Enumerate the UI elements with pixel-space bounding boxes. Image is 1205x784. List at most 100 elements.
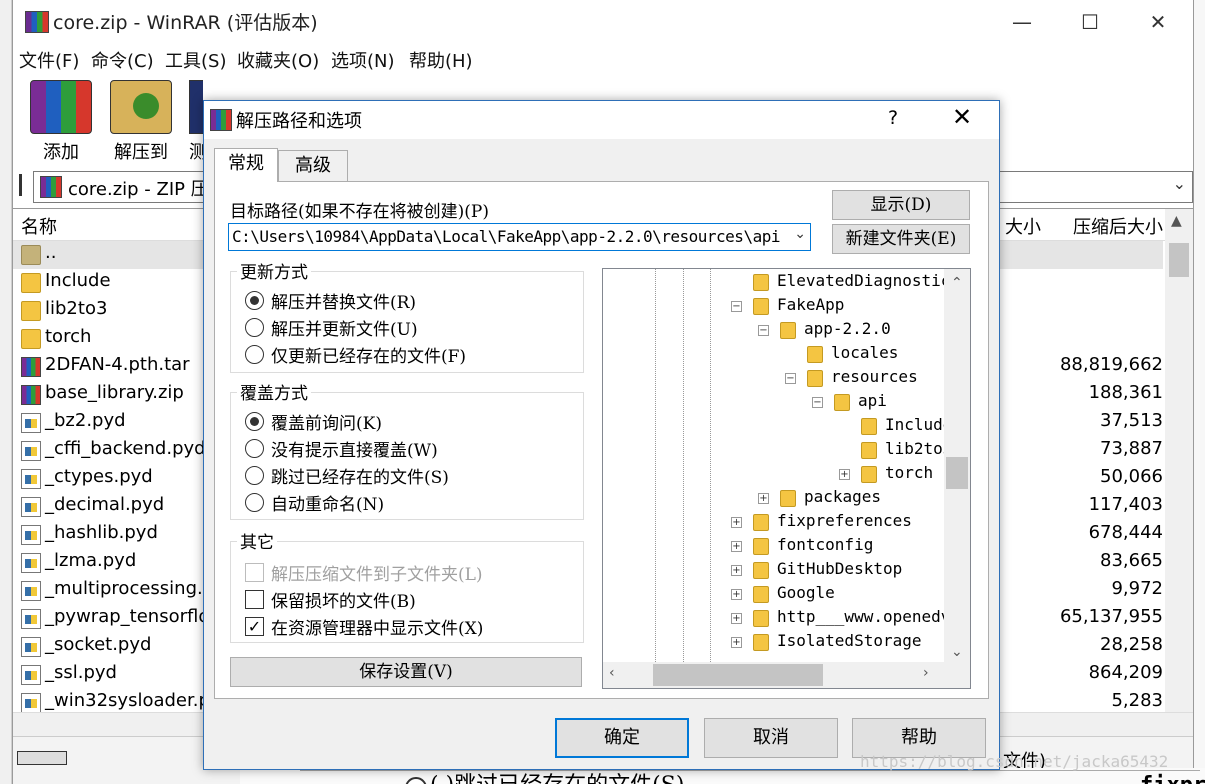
expand-icon[interactable]: + — [758, 493, 769, 504]
add-button[interactable]: 添加 — [23, 78, 99, 164]
chevron-down-icon[interactable]: ⌄ — [794, 226, 806, 242]
scroll-thumb[interactable] — [653, 664, 823, 686]
folder-icon — [861, 442, 877, 459]
file-name: 2DFAN-4.pth.tar — [45, 354, 190, 375]
expand-icon[interactable]: + — [731, 613, 742, 624]
option-label: 保留损坏的文件(B) — [271, 592, 416, 612]
pyd-icon — [21, 469, 41, 489]
checkbox[interactable] — [245, 563, 264, 582]
cancel-button[interactable]: 取消 — [704, 718, 838, 758]
scroll-up-arrow-icon[interactable]: ▲ — [1171, 213, 1182, 229]
dialog-close-button[interactable]: ✕ — [952, 103, 972, 131]
test-button[interactable]: 测 — [189, 78, 203, 164]
menu-commands[interactable]: 命令(C) — [91, 47, 154, 73]
extract-icon — [110, 80, 172, 134]
menu-tools[interactable]: 工具(S) — [165, 47, 226, 73]
maximize-button[interactable]: ☐ — [1056, 0, 1124, 44]
pyd-icon — [21, 553, 41, 573]
new-folder-button[interactable]: 新建文件夹(E) — [832, 224, 970, 254]
radio-button[interactable] — [245, 466, 264, 485]
scroll-down-arrow-icon[interactable]: ⌄ — [951, 644, 963, 660]
menu-help[interactable]: 帮助(H) — [409, 47, 473, 73]
menu-options[interactable]: 选项(N) — [331, 47, 395, 73]
destination-path-combobox[interactable]: C:\Users\10984\AppData\Local\FakeApp\app… — [228, 223, 811, 251]
titlebar: core.zip - WinRAR (评估版本) — ☐ ✕ — [13, 0, 1193, 44]
expand-icon[interactable]: + — [731, 565, 742, 576]
folder-icon — [807, 346, 823, 363]
tree-node-label: fixpreferences — [777, 511, 912, 530]
radio-button[interactable] — [245, 493, 264, 512]
pyd-icon — [21, 609, 41, 629]
tree-node-label: FakeApp — [777, 295, 845, 314]
scroll-thumb[interactable] — [1169, 243, 1189, 277]
radio-button[interactable] — [245, 439, 264, 458]
checkbox[interactable] — [245, 590, 264, 609]
pyd-icon — [21, 581, 41, 601]
folder-icon — [753, 298, 769, 315]
file-list-scrollbar[interactable]: ▲ ▼ — [1165, 209, 1193, 736]
folder-tree[interactable]: ElevatedDiagnostic − FakeApp − app-2.2.0 loca… — [602, 268, 971, 689]
collapse-icon[interactable]: − — [785, 373, 796, 384]
close-button[interactable]: ✕ — [1124, 0, 1192, 44]
file-name: _ssl.pyd — [45, 662, 117, 683]
expand-icon[interactable]: + — [839, 469, 850, 480]
background-tree-text: fixprefe — [1140, 771, 1205, 784]
tree-hscrollbar[interactable]: ‹ › — [603, 662, 970, 688]
column-packed-header[interactable]: 压缩后大小 — [1073, 213, 1163, 239]
option-label: 仅更新已经存在的文件(F) — [271, 347, 467, 367]
expand-icon[interactable]: + — [731, 517, 742, 528]
radio-button[interactable] — [245, 345, 264, 364]
pyd-icon — [21, 637, 41, 657]
ok-button[interactable]: 确定 — [555, 718, 689, 758]
radio-button[interactable] — [245, 412, 264, 431]
destination-label: 目标路径(如果不存在将被创建)(P) — [230, 202, 489, 222]
file-name: _lzma.pyd — [45, 550, 137, 571]
tree-node-label: torch — [885, 463, 934, 482]
scroll-thumb[interactable] — [946, 457, 968, 489]
expand-icon[interactable]: + — [731, 637, 742, 648]
drive-icon[interactable] — [17, 751, 67, 765]
pyd-icon — [21, 497, 41, 517]
file-packed-size: 88,819,662 — [1059, 354, 1163, 375]
file-name: _hashlib.pyd — [45, 522, 158, 543]
collapse-icon[interactable]: − — [758, 325, 769, 336]
radio-button[interactable] — [245, 318, 264, 337]
background-window-edge — [0, 0, 12, 784]
option-label: 跳过已经存在的文件(S) — [271, 468, 449, 488]
menubar: 文件(F) 命令(C) 工具(S) 收藏夹(O) 选项(N) 帮助(H) — [13, 44, 1193, 74]
menu-favorites[interactable]: 收藏夹(O) — [237, 47, 319, 73]
tab-advanced[interactable]: 高级 — [278, 150, 348, 182]
column-size-header[interactable]: 大小 — [1005, 213, 1041, 239]
collapse-icon[interactable]: − — [812, 397, 823, 408]
tab-general[interactable]: 常规 — [214, 148, 278, 182]
save-settings-button[interactable]: 保存设置(V) — [230, 657, 582, 687]
tree-guide-line — [655, 269, 656, 664]
tree-node-label: GitHubDesktop — [777, 559, 903, 578]
archive-icon — [21, 385, 41, 405]
update-mode-group: 更新方式 解压并替换文件(R) 解压并更新文件(U) 仅更新已经存在的文件(F) — [230, 258, 584, 373]
expand-icon[interactable]: + — [731, 589, 742, 600]
tree-node-label: lib2to3 — [885, 439, 953, 458]
chevron-down-icon[interactable]: ⌄ — [1173, 174, 1186, 193]
tree-vscrollbar[interactable]: ⌃ ⌄ — [944, 269, 970, 664]
dialog-help-button[interactable]: ? — [888, 107, 898, 129]
folder-icon — [753, 562, 769, 579]
collapse-icon[interactable]: − — [731, 301, 742, 312]
tree-node-label: Include — [885, 415, 953, 434]
option-label: 自动重命名(N) — [271, 495, 385, 515]
minimize-button[interactable]: — — [988, 0, 1056, 44]
column-name-header[interactable]: 名称 — [21, 213, 57, 239]
extract-to-button[interactable]: 解压到 — [103, 78, 179, 164]
folder-icon — [780, 490, 796, 507]
show-button[interactable]: 显示(D) — [832, 190, 970, 220]
expand-icon[interactable]: + — [731, 541, 742, 552]
scroll-right-arrow-icon[interactable]: › — [923, 665, 929, 681]
folder-icon — [753, 514, 769, 531]
scroll-up-arrow-icon[interactable]: ⌃ — [951, 275, 963, 291]
scroll-left-arrow-icon[interactable]: ‹ — [609, 665, 615, 681]
destination-path-value[interactable]: C:\Users\10984\AppData\Local\FakeApp\app… — [232, 227, 780, 246]
menu-file[interactable]: 文件(F) — [19, 47, 79, 73]
checkbox[interactable]: ✓ — [245, 617, 264, 636]
dialog-app-icon — [210, 109, 232, 131]
radio-button[interactable] — [245, 291, 264, 310]
